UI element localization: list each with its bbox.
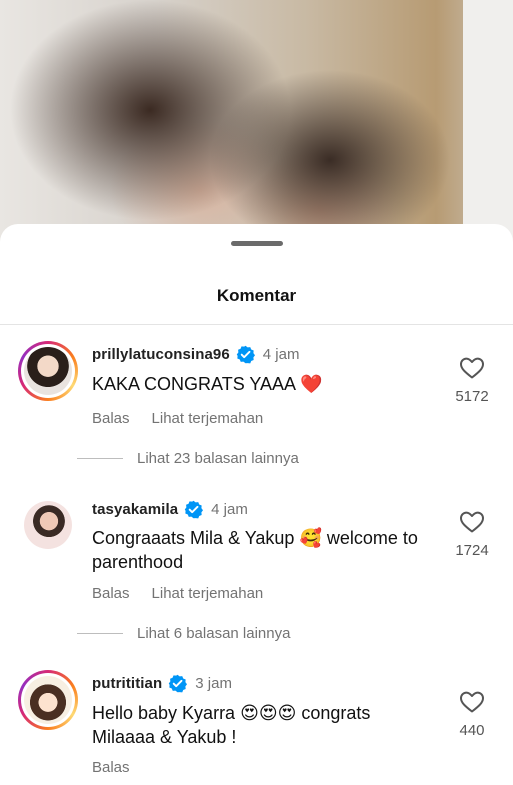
comments-sheet: Komentar prillylatuconsina96 4 jam KAKA … — [0, 224, 513, 785]
heart-icon[interactable] — [459, 690, 485, 714]
like-count: 1724 — [455, 542, 489, 559]
comment-username[interactable]: putrititian — [92, 675, 162, 692]
view-replies-button[interactable]: Lihat 6 balasan lainnya — [77, 625, 290, 642]
replies-line — [77, 633, 123, 634]
avatar — [24, 347, 72, 395]
avatar — [24, 501, 72, 549]
view-replies-button[interactable]: Lihat 23 balasan lainnya — [77, 450, 299, 467]
avatar-story-ring[interactable] — [18, 670, 78, 730]
avatar-story-ring[interactable] — [18, 341, 78, 401]
sheet-title: Komentar — [216, 286, 297, 305]
comment-username[interactable]: prillylatuconsina96 — [92, 346, 230, 363]
comments-screen: Komentar prillylatuconsina96 4 jam KAKA … — [0, 0, 513, 785]
comment-text: Hello baby Kyarra 😍😍😍 congrats Milaaaa &… — [92, 703, 371, 747]
comment-text: Congraaats Mila & Yakup 🥰 welcome to par… — [92, 528, 418, 572]
reply-button[interactable]: Balas — [92, 410, 130, 427]
reply-button[interactable]: Balas — [92, 759, 130, 776]
view-replies-label: Lihat 23 balasan lainnya — [137, 450, 299, 467]
heart-icon[interactable] — [459, 510, 485, 534]
comment-time: 4 jam — [211, 501, 248, 518]
view-replies-label: Lihat 6 balasan lainnya — [137, 625, 291, 642]
replies-line — [77, 458, 123, 459]
like-count: 5172 — [455, 388, 489, 405]
avatar — [24, 676, 72, 724]
avatar-ring[interactable] — [18, 495, 78, 555]
verified-badge-icon — [236, 345, 255, 364]
translate-button[interactable]: Lihat terjemahan — [152, 410, 264, 427]
comment-time: 4 jam — [262, 346, 300, 363]
photo-edge — [463, 0, 513, 260]
verified-badge-icon — [184, 500, 204, 519]
verified-badge-icon — [169, 674, 188, 693]
header-divider — [0, 324, 513, 325]
background-post-photo — [0, 0, 513, 260]
heart-icon[interactable] — [459, 356, 485, 380]
translate-button[interactable]: Lihat terjemahan — [152, 585, 264, 602]
comment-text: KAKA CONGRATS YAAA ❤️ — [92, 374, 323, 394]
comment-time: 3 jam — [195, 675, 232, 692]
comment-username[interactable]: tasyakamila — [92, 501, 178, 518]
like-count: 440 — [459, 722, 485, 739]
sheet-drag-handle[interactable] — [231, 241, 283, 246]
reply-button[interactable]: Balas — [92, 585, 130, 602]
